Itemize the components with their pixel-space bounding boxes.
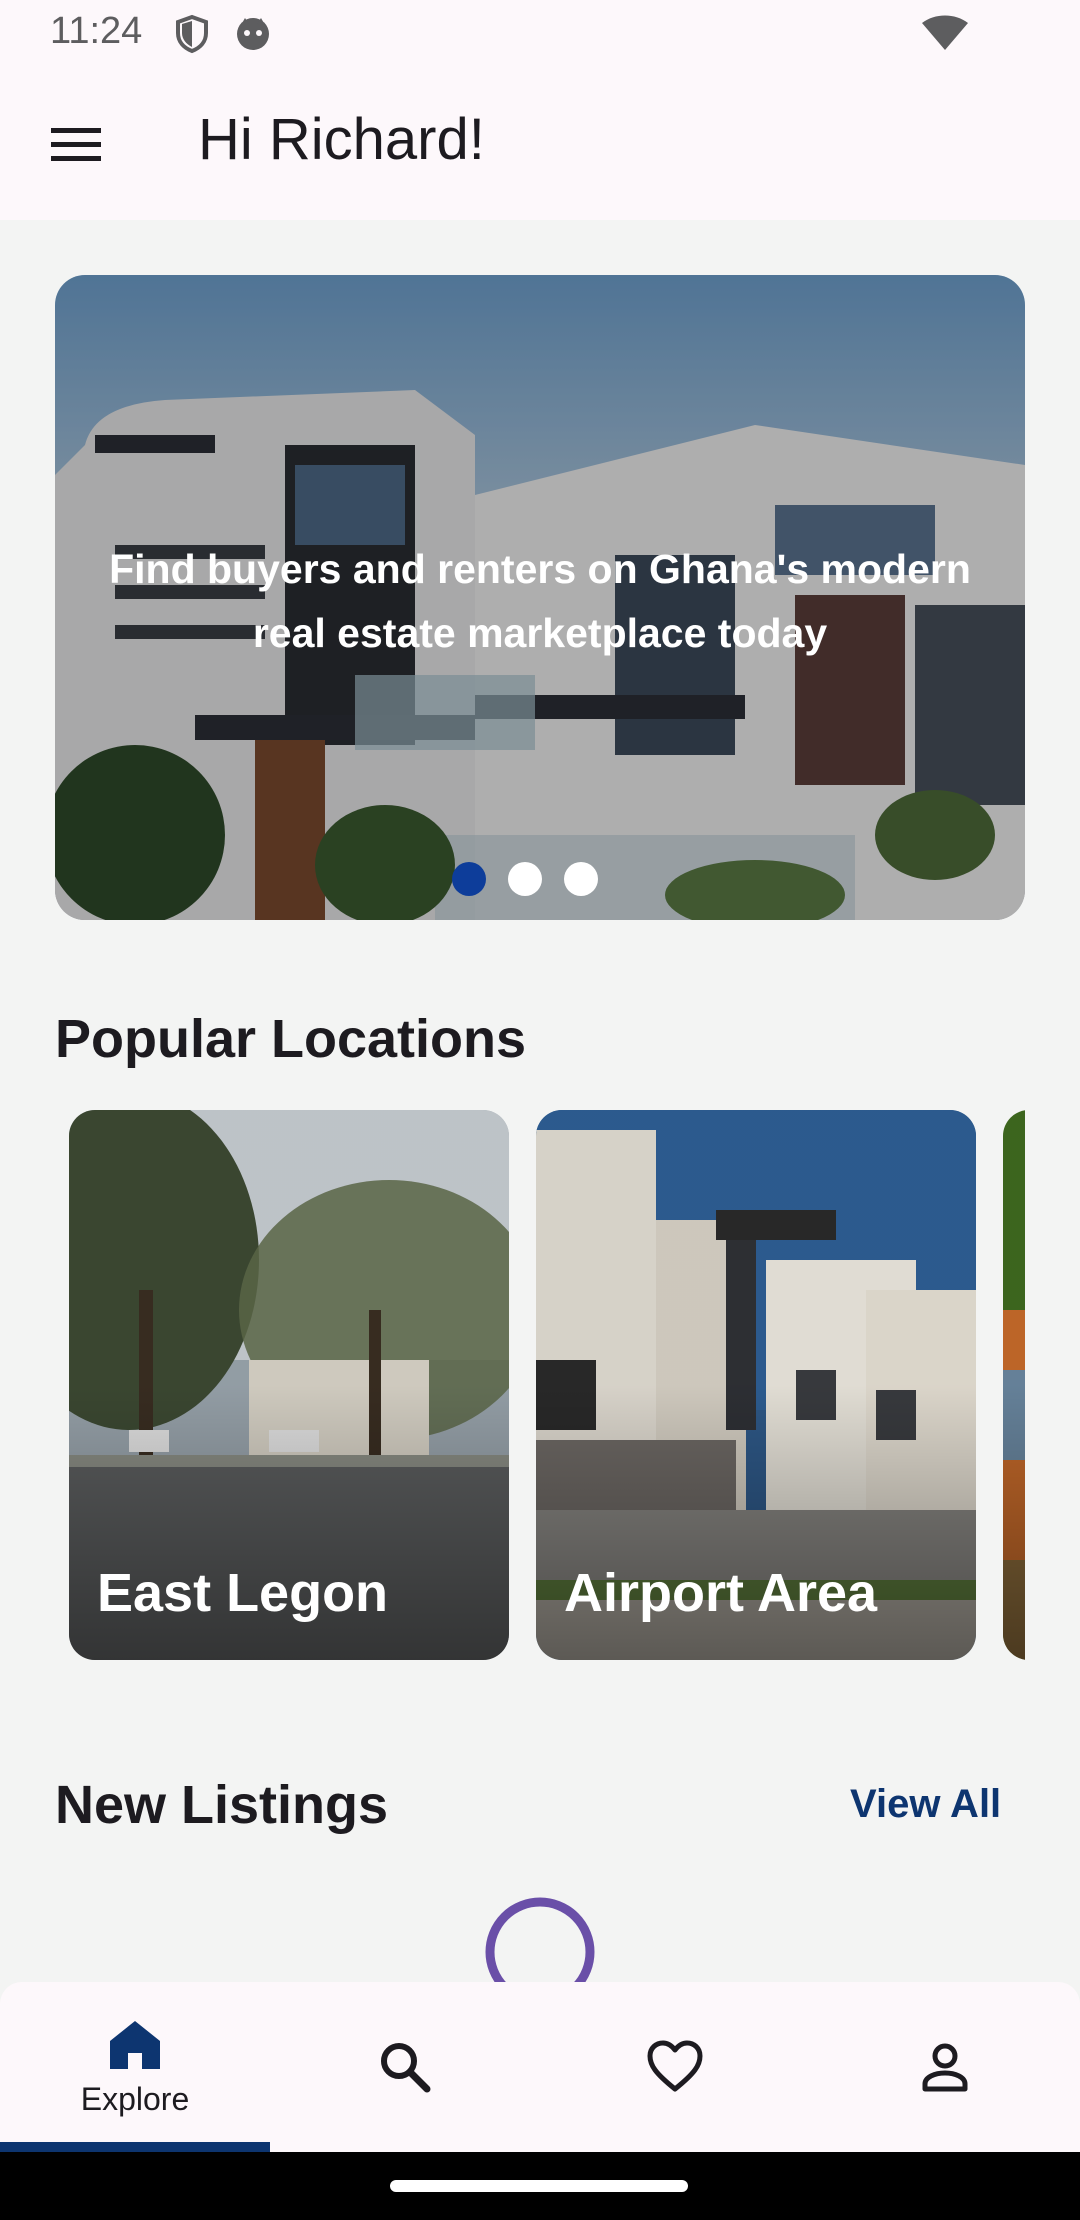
nav-explore-label: Explore [80,2080,190,2117]
wifi-icon [920,14,970,57]
person-icon [922,2043,968,2092]
new-listings-title: New Listings [55,1775,389,1835]
location-card-airport-area[interactable]: Airport Area [536,1110,976,1660]
location-label: Airport Area [564,1563,878,1623]
hero-banner[interactable]: Find buyers and renters on Ghana's moder… [55,275,1025,920]
nav-search[interactable] [270,1982,540,2152]
face-icon [234,14,272,57]
card-shade [1003,1110,1025,1660]
hamburger-menu-icon [51,128,101,161]
home-screen: 11:24 Hi Richard! Find buyers and renter… [0,0,1080,2220]
location-card-partial[interactable] [1003,1110,1025,1660]
location-card-east-legon[interactable]: East Legon [69,1110,509,1660]
menu-button[interactable] [30,104,122,184]
location-label: East Legon [97,1563,389,1623]
nav-explore[interactable]: Explore [0,1982,270,2152]
app-bar: Hi Richard! [0,68,1080,220]
status-time: 11:24 [50,10,143,52]
nav-selected-indicator [0,2142,270,2152]
carousel-dot-3[interactable] [564,862,598,896]
bottom-navigation: Explore [0,1982,1080,2152]
system-gesture-bar [0,2152,1080,2220]
popular-locations-list[interactable]: East Legon Airport Area [55,1110,1025,1670]
popular-locations-title: Popular Locations [55,1009,527,1069]
nav-favorites[interactable] [540,1982,810,2152]
search-icon [381,2043,431,2093]
carousel-dot-1[interactable] [452,862,486,896]
home-icon [110,2020,160,2069]
shield-icon [174,14,210,59]
view-all-link[interactable]: View All [850,1782,1001,1827]
greeting-title: Hi Richard! [198,107,485,172]
hero-tagline: Find buyers and renters on Ghana's moder… [109,546,971,656]
home-gesture-handle[interactable] [390,2180,688,2192]
carousel-dot-2[interactable] [508,862,542,896]
nav-profile[interactable] [810,1982,1080,2152]
carousel-indicator [55,862,1025,896]
status-bar: 11:24 [0,0,1080,68]
heart-icon [647,2040,703,2092]
